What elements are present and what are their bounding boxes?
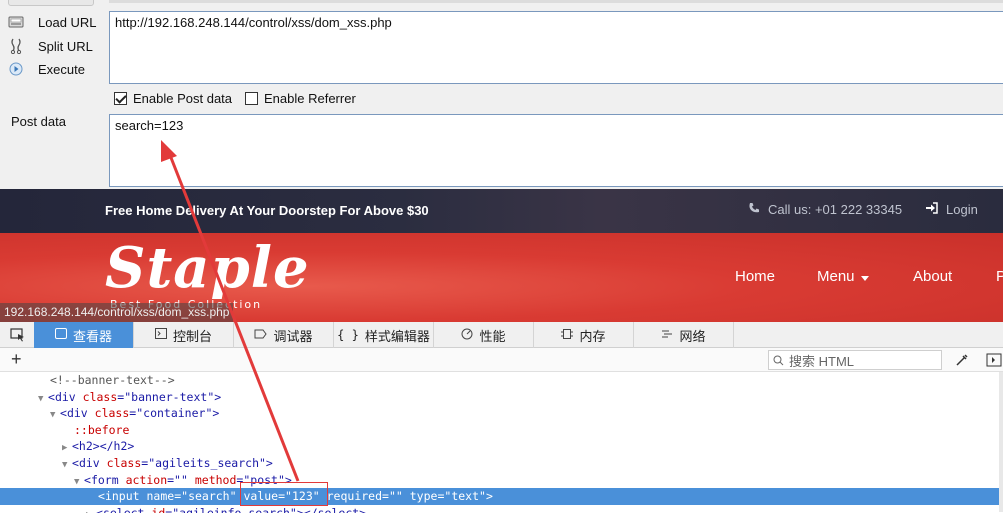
tab-style-editor[interactable]: { } 样式编辑器 [334, 322, 434, 348]
tab-style-editor-label: 样式编辑器 [364, 328, 430, 344]
enable-post-label: Enable Post data [133, 91, 233, 106]
execute-icon [8, 61, 24, 77]
tab-network[interactable]: 网络 [634, 322, 734, 348]
site-logo[interactable]: Staple [105, 235, 310, 301]
nav-home[interactable]: Home [735, 268, 775, 285]
call-us: Call us: +01 222 33345 [748, 202, 902, 217]
memory-icon [561, 328, 574, 343]
call-us-text: Call us: +01 222 33345 [768, 202, 903, 217]
split-url-button[interactable]: Split URL [8, 35, 93, 57]
toggle-sidebar-icon[interactable] [986, 352, 1002, 368]
url-textarea[interactable]: http://192.168.248.144/control/xss/dom_x… [109, 11, 1003, 84]
tree-row-form[interactable]: ▼ <form action="" method="post"> [0, 472, 1003, 489]
tab-inspector-label: 查看器 [72, 328, 112, 344]
tree-row-select[interactable]: ▶<select id="agileinfo_search"></select> [0, 505, 1003, 513]
load-url-icon [8, 14, 24, 30]
markup-scrollbar[interactable] [999, 372, 1003, 512]
tab-performance-label: 性能 [479, 328, 506, 344]
tab-console[interactable]: 控制台 [134, 322, 234, 348]
devtools-tab-bar: 查看器 控制台 调试器 { } 样式编辑器 性能 内存 网络 [0, 322, 1003, 348]
execute-button[interactable]: Execute [8, 58, 85, 80]
tree-row-before[interactable]: ::before [0, 422, 1003, 439]
execute-label: Execute [38, 61, 85, 77]
devtools-panel: 查看器 控制台 调试器 { } 样式编辑器 性能 内存 网络 + 搜索 HTML… [0, 322, 1003, 513]
login-text: Login [946, 202, 978, 217]
sign-in-icon [925, 202, 938, 217]
split-url-label: Split URL [38, 38, 93, 54]
tree-row-agileits-search[interactable]: ▼ <div class="agileits_search"> [0, 455, 1003, 472]
hackbar-top-divider [109, 0, 1003, 3]
post-data-textarea[interactable]: search=123 [109, 114, 1003, 187]
search-icon [773, 355, 784, 366]
enable-referrer-checkbox-box[interactable] [245, 92, 258, 105]
performance-icon [461, 328, 473, 343]
load-url-button[interactable]: Load URL [8, 11, 97, 33]
nav-next-truncated[interactable]: P [996, 268, 1003, 285]
tab-memory-label: 内存 [579, 328, 606, 344]
annotation-highlight-box [240, 482, 328, 506]
tab-debugger-label: 调试器 [273, 328, 313, 344]
site-top-bar: Free Home Delivery At Your Doorstep For … [0, 189, 1003, 233]
tree-row-comment[interactable]: <!--banner-text--> [0, 372, 1003, 389]
tree-row-input-selected[interactable]: <input name="search" value="123" require… [0, 488, 1003, 505]
tab-console-label: 控制台 [172, 328, 212, 344]
caret-down-icon [860, 268, 869, 285]
login-link[interactable]: Login [925, 202, 978, 217]
network-icon [661, 328, 673, 342]
phone-icon [748, 202, 760, 217]
inspector-icon [54, 328, 67, 342]
enable-post-checkbox[interactable]: Enable Post data [114, 91, 232, 106]
markup-tree: <!--banner-text--> ▼ <div class="banner-t… [0, 372, 1003, 513]
console-icon [154, 328, 167, 342]
tab-network-label: 网络 [679, 328, 706, 344]
inspector-toolbar: + 搜索 HTML [0, 348, 1003, 372]
hackbar-panel: Load URL Split URL Execute http://192.16… [0, 0, 1003, 189]
post-data-label: Post data [11, 114, 66, 129]
style-editor-icon: { } [337, 328, 359, 342]
search-html-placeholder: 搜索 HTML [789, 353, 855, 369]
enable-post-checkbox-box[interactable] [114, 92, 127, 105]
website-preview: Free Home Delivery At Your Doorstep For … [0, 189, 1003, 322]
enable-referrer-label: Enable Referrer [264, 91, 356, 106]
element-picker-icon[interactable] [10, 328, 26, 342]
load-url-label: Load URL [38, 14, 97, 30]
tab-memory[interactable]: 内存 [534, 322, 634, 348]
tree-row-container[interactable]: ▼ <div class="container"> [0, 405, 1003, 422]
promo-text: Free Home Delivery At Your Doorstep For … [105, 203, 429, 218]
nav-menu[interactable]: Menu [817, 268, 869, 285]
link-status-url: 192.168.248.144/control/xss/dom_xss.php [0, 303, 234, 322]
enable-referrer-checkbox[interactable]: Enable Referrer [245, 91, 356, 106]
debugger-icon [254, 328, 268, 342]
eyedropper-icon[interactable] [954, 352, 970, 368]
add-node-icon[interactable]: + [11, 349, 22, 370]
collapse-arrow-icon[interactable]: ▶ [86, 507, 96, 513]
tree-row-banner-text[interactable]: ▼ <div class="banner-text"> [0, 389, 1003, 406]
search-html-input[interactable]: 搜索 HTML [768, 350, 942, 370]
hackbar-top-button[interactable] [8, 0, 94, 6]
tab-debugger[interactable]: 调试器 [234, 322, 334, 348]
tree-row-h2[interactable]: ▶ <h2></h2> [0, 438, 1003, 455]
tab-inspector[interactable]: 查看器 [34, 322, 134, 348]
nav-menu-label: Menu [817, 268, 855, 285]
nav-about[interactable]: About [913, 268, 952, 285]
tab-performance[interactable]: 性能 [434, 322, 534, 348]
split-url-icon [8, 38, 24, 54]
